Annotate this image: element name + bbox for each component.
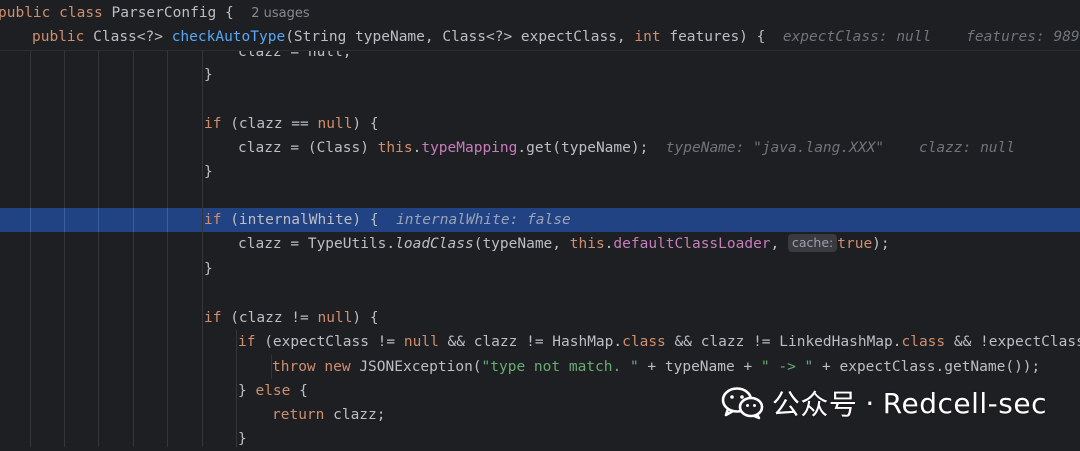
code-line[interactable]: if (clazz != null) {: [0, 306, 1080, 330]
indent-guide: [271, 355, 272, 379]
keyword: if: [204, 212, 222, 228]
code-text: }: [204, 67, 213, 83]
code-text: (clazz !=: [221, 310, 318, 326]
keyword: if: [238, 334, 256, 350]
method-name: checkAutoType: [171, 29, 286, 45]
indent-guide: [98, 208, 99, 232]
indent-guide: [30, 208, 31, 232]
code-line[interactable]: clazz = TypeUtils.loadClass(typeName, th…: [0, 232, 1080, 256]
code-line[interactable]: }: [0, 257, 1080, 281]
code-text: }: [204, 164, 213, 180]
debug-hint: expectClass: null: [782, 29, 932, 45]
field: defaultClassLoader: [613, 236, 771, 252]
sticky-class-line[interactable]: public class ParserConfig { 2 usages: [0, 0, 1078, 26]
string-literal: "type not match. ": [481, 359, 639, 375]
debug-hint: typeName: "java.lang.XXX": [665, 140, 885, 156]
keyword: this: [569, 236, 605, 252]
parameter-hint: cache:: [788, 234, 838, 252]
class-name: ParserConfig {: [111, 5, 234, 21]
keyword: class: [622, 334, 666, 350]
keyword: else: [255, 383, 291, 399]
keyword: public: [0, 5, 51, 21]
code-line[interactable]: }: [0, 63, 1080, 87]
watermark-label: 公众号: [771, 388, 858, 421]
return-type: Class<?>: [93, 29, 172, 45]
code-text: ) {: [352, 116, 379, 132]
keyword: true: [837, 236, 873, 252]
code-text: );: [872, 236, 890, 252]
keyword: public: [32, 29, 85, 45]
code-text: {: [290, 383, 308, 399]
wechat-icon: [721, 387, 764, 420]
indent-guide: [167, 208, 168, 232]
code-text: (expectClass !=: [255, 334, 404, 350]
indent-guide: [133, 50, 134, 447]
code-line[interactable]: throw new JSONException("type not match.…: [0, 355, 1080, 379]
sticky-method-line[interactable]: public Class<?> checkAutoType(String typ…: [0, 25, 1080, 51]
code-text: ,: [770, 236, 789, 252]
debug-hint: clazz: null: [918, 140, 1015, 156]
usages-link[interactable]: 2 usages: [251, 6, 309, 21]
code-text: }: [204, 261, 213, 277]
code-text: ) {: [352, 310, 379, 326]
indent-guide: [64, 50, 65, 447]
keyword: return: [272, 407, 325, 423]
indent-guide: [133, 208, 134, 232]
params: (String typeName, Class<?> expectClass,: [285, 29, 635, 45]
code-text: clazz = TypeUtils.: [238, 236, 396, 252]
debug-hint: internalWhite: false: [396, 212, 571, 228]
watermark-separator: ·: [865, 386, 875, 420]
current-execution-line[interactable]: if (internalWhite) { internalWhite: fals…: [0, 208, 1080, 232]
keyword: class: [901, 334, 946, 350]
watermark-account: Redcell-sec: [882, 386, 1047, 420]
code-text: clazz;: [324, 407, 386, 423]
code-line[interactable]: }: [0, 427, 1080, 451]
code-text: && clazz != LinkedHashMap.: [665, 334, 902, 350]
code-text: (typeName,: [473, 236, 570, 252]
watermark: 公众号 · Redcell-sec: [720, 384, 1047, 422]
code-text: }: [238, 431, 247, 447]
debug-hint: features: 989: [966, 29, 1080, 45]
field: typeMapping: [421, 140, 518, 156]
keyword: if: [204, 310, 222, 326]
keyword: throw: [272, 359, 316, 375]
code-text: && clazz != HashMap.: [438, 334, 623, 350]
code-line[interactable]: clazz = (Class) this.typeMapping.get(typ…: [0, 136, 1080, 160]
code-text: }: [238, 383, 256, 399]
string-literal: " -> ": [760, 359, 814, 375]
indent-guide: [202, 50, 203, 447]
keyword: int: [634, 29, 661, 45]
code-text: JSONException(: [350, 359, 482, 375]
keyword: null: [317, 310, 353, 326]
code-text: (internalWhite) {: [221, 212, 379, 228]
code-line[interactable]: if (clazz == null) {: [0, 112, 1080, 136]
code-text: && !expectClass.i: [953, 334, 1080, 350]
keyword: class: [59, 5, 103, 21]
code-text: (clazz ==: [221, 116, 318, 132]
indent-guide: [64, 208, 65, 232]
indent-guide: [30, 50, 31, 447]
static-method: loadClass: [395, 236, 474, 252]
code-text: + typeName +: [638, 359, 761, 375]
code-text: clazz = (Class): [238, 140, 378, 156]
keyword: new: [324, 359, 351, 375]
keyword: if: [204, 116, 222, 132]
code-line[interactable]: }: [0, 160, 1080, 184]
code-line[interactable]: if (expectClass != null && clazz != Hash…: [0, 330, 1080, 354]
keyword: null: [317, 116, 353, 132]
keyword: null: [403, 334, 439, 350]
indent-guide: [98, 50, 99, 447]
indent-guide: [236, 330, 237, 447]
code-text: + expectClass.getName());: [813, 359, 1041, 375]
code-text: .get(typeName);: [517, 140, 649, 156]
keyword: this: [377, 140, 413, 156]
indent-guide: [167, 50, 168, 447]
params: features) {: [660, 29, 766, 45]
